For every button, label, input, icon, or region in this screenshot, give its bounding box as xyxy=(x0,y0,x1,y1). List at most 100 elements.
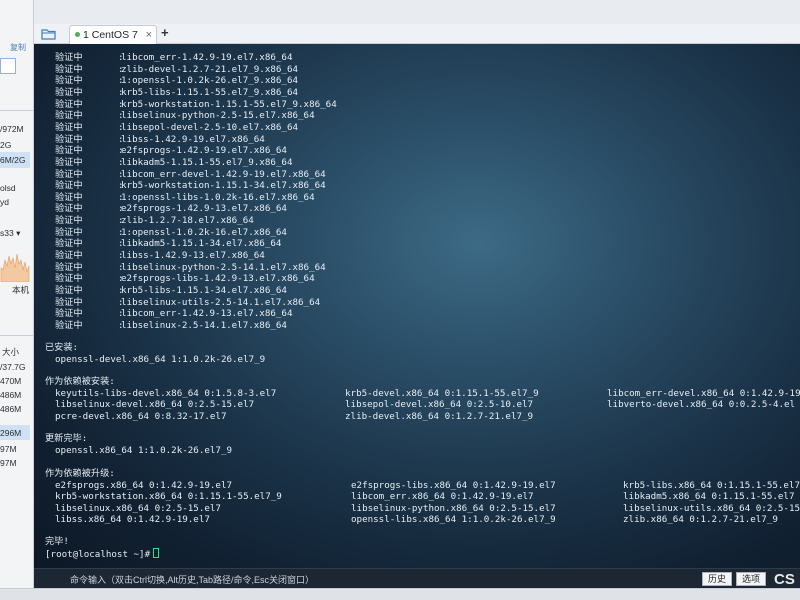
tab-label: 1 CentOS 7 xyxy=(83,29,138,41)
package-entry: libselinux-utils.x86_64 0:2.5-15 xyxy=(623,502,800,514)
verify-package: libselinux-utils-2.5-14.1.el7.x86_64 xyxy=(121,296,321,308)
disk-size-text: 486M xyxy=(0,390,22,400)
verify-label: 验证中 xyxy=(55,121,83,133)
disk-size-text: 97M xyxy=(0,444,17,454)
verify-package: krb5-workstation-1.15.1-34.el7.x86_64 xyxy=(121,180,326,192)
verify-package: e2fsprogs-libs-1.42.9-13.el7.x86_64 xyxy=(121,273,315,285)
package-entry: zlib.x86_64 0:1.2.7-21.el7_9 xyxy=(623,514,778,526)
tab-centos-7[interactable]: 1 CentOS 7 × xyxy=(69,25,157,44)
verify-package: libss-1.42.9-13.el7.x86_64 xyxy=(121,250,265,262)
package-entry: krb5-libs.x86_64 0:1.15.1-55.el7 xyxy=(623,479,800,491)
verify-package: libselinux-python-2.5-15.el7.x86_64 xyxy=(121,110,315,122)
complete-message: 完毕! xyxy=(45,536,69,547)
session-side-panel: 复制 /972M 2G 6M/2G olsd yd s33 ▾ 本机 大小 /3… xyxy=(0,0,34,600)
disk-size-text: 97M xyxy=(0,458,17,468)
verify-label: 验证中 xyxy=(55,52,83,63)
session-tab-bar: 1 CentOS 7 × + xyxy=(34,24,800,44)
terminal-cursor xyxy=(153,547,160,558)
command-input-bar[interactable]: 命令输入（双击Ctrl切换,Alt历史,Tab路径/命令,Esc关闭窗口） 历史… xyxy=(34,568,800,588)
verify-label: 验证中 xyxy=(55,319,83,331)
verify-label: 验证中 xyxy=(55,215,83,227)
verify-label: 验证中 xyxy=(55,226,83,238)
side-panel-divider xyxy=(0,110,33,111)
shell-prompt: [root@localhost ~]# xyxy=(45,547,160,560)
section-header: 作为依赖被升级: xyxy=(45,468,115,479)
package-entry: krb5-workstation.x86_64 0:1.15.1-55.el7_… xyxy=(55,491,282,503)
verify-label: 验证中 xyxy=(55,75,83,87)
verify-label: 验证中 xyxy=(55,86,83,98)
verify-label: 验证中 xyxy=(55,308,83,320)
package-entry: openssl.x86_64 1:1.0.2k-26.el7_9 xyxy=(55,444,233,456)
disk-text: 6M/2G xyxy=(0,155,26,165)
package-entry: libss.x86_64 0:1.42.9-19.el7 xyxy=(55,514,210,526)
verify-package: zlib-devel-1.2.7-21.el7_9.x86_64 xyxy=(121,63,299,75)
add-tab-button[interactable]: + xyxy=(161,24,169,42)
package-entry: zlib-devel.x86_64 0:1.2.7-21.el7_9 xyxy=(345,410,534,422)
verify-label: 验证中 xyxy=(55,203,83,215)
verify-package: libselinux-python-2.5-14.1.el7.x86_64 xyxy=(121,261,326,273)
package-entry: krb5-devel.x86_64 0:1.15.1-55.el7_9 xyxy=(345,387,539,399)
network-sparkline-icon xyxy=(0,253,30,282)
verify-package: krb5-libs-1.15.1-34.el7.x86_64 xyxy=(121,285,287,296)
verify-label: 验证中 xyxy=(55,191,83,203)
verify-label: 验证中 xyxy=(55,250,83,262)
verify-label: 验证中 xyxy=(55,145,83,157)
package-entry: e2fsprogs.x86_64 0:1.42.9-19.el7 xyxy=(55,479,233,491)
verify-package: 1:openssl-1.0.2k-26.el7_9.x86_64 xyxy=(121,75,299,87)
history-button[interactable]: 历史 xyxy=(702,572,732,586)
verify-label: 验证中 xyxy=(55,156,83,168)
package-entry: e2fsprogs-libs.x86_64 0:1.42.9-19.el7 xyxy=(351,479,556,491)
package-entry: libselinux.x86_64 0:2.5-15.el7 xyxy=(55,502,221,514)
network-selector[interactable]: s33 ▾ xyxy=(0,228,20,239)
process-text: yd xyxy=(0,197,9,207)
tab-close-icon[interactable]: × xyxy=(146,26,152,44)
disk-size-text: 486M xyxy=(0,404,22,414)
section-header: 已安装: xyxy=(45,342,79,353)
command-input-hint[interactable]: 命令输入（双击Ctrl切换,Alt历史,Tab路径/命令,Esc关闭窗口） xyxy=(70,573,314,586)
verify-package: krb5-workstation-1.15.1-55.el7_9.x86_64 xyxy=(121,98,337,110)
verify-package: libselinux-2.5-14.1.el7.x86_64 xyxy=(121,319,287,331)
local-link[interactable]: 本机 xyxy=(12,284,29,296)
verify-package: e2fsprogs-1.42.9-19.el7.x86_64 xyxy=(121,145,287,157)
verify-package: libkadm5-1.15.1-55.el7_9.x86_64 xyxy=(121,156,293,168)
verify-package: libkadm5-1.15.1-34.el7.x86_64 xyxy=(121,238,282,250)
verify-label: 验证中 xyxy=(55,296,83,308)
side-panel-divider xyxy=(0,335,33,336)
disk-size-text: 296M xyxy=(0,428,22,438)
verify-package: krb5-libs-1.15.1-55.el7_9.x86_64 xyxy=(121,86,299,98)
verify-label: 验证中 xyxy=(55,285,83,296)
section-header: 作为依赖被安装: xyxy=(45,376,115,387)
verify-label: 验证中 xyxy=(55,180,83,192)
terminal-output[interactable]: 验证中: libcom_err-1.42.9-19.el7.x86_64 验证中: z… xyxy=(34,44,800,568)
verify-package: libsepol-devel-2.5-10.el7.x86_64 xyxy=(121,121,299,133)
options-button[interactable]: 选项 xyxy=(736,572,766,586)
swap-text: 2G xyxy=(0,140,12,150)
verify-label: 验证中 xyxy=(55,133,83,145)
verify-package: e2fsprogs-1.42.9-13.el7.x86_64 xyxy=(121,203,287,215)
mem-text: /972M xyxy=(0,124,24,134)
package-entry: openssl-libs.x86_64 1:1.0.2k-26.el7_9 xyxy=(351,514,556,526)
verify-label: 验证中 xyxy=(55,238,83,250)
side-panel-input[interactable] xyxy=(0,58,16,74)
verify-package: zlib-1.2.7-18.el7.x86_64 xyxy=(121,215,254,227)
verify-label: 验证中 xyxy=(55,63,83,75)
verify-label: 验证中 xyxy=(55,168,83,180)
package-entry: libcom_err-devel.x86_64 0:1.42.9-19 xyxy=(607,387,800,399)
process-text: olsd xyxy=(0,183,16,193)
package-entry: libverto-devel.x86_64 0:0.2.5-4.el xyxy=(607,399,796,411)
size-column-header[interactable]: 大小 xyxy=(2,346,19,358)
verify-package: libcom_err-1.42.9-19.el7.x86_64 xyxy=(121,52,293,63)
app-window: 复制 /972M 2G 6M/2G olsd yd s33 ▾ 本机 大小 /3… xyxy=(0,0,800,600)
connected-status-icon xyxy=(75,32,80,37)
copy-link[interactable]: 复制 xyxy=(10,42,26,53)
package-entry: libkadm5.x86_64 0:1.15.1-55.el7 xyxy=(623,491,795,503)
verify-label: 验证中 xyxy=(55,98,83,110)
disk-size-text: /37.7G xyxy=(0,362,26,372)
verify-package: 1:openssl-libs-1.0.2k-16.el7.x86_64 xyxy=(121,191,315,203)
package-entry: libcom_err.x86_64 0:1.42.9-19.el7 xyxy=(351,491,534,503)
disk-size-text: 470M xyxy=(0,376,22,386)
package-entry: keyutils-libs-devel.x86_64 0:1.5.8-3.el7 xyxy=(55,387,277,399)
folder-icon[interactable] xyxy=(41,28,56,40)
verify-package: libcom_err-1.42.9-13.el7.x86_64 xyxy=(121,308,293,320)
package-entry: libselinux-devel.x86_64 0:2.5-15.el7 xyxy=(55,399,255,411)
